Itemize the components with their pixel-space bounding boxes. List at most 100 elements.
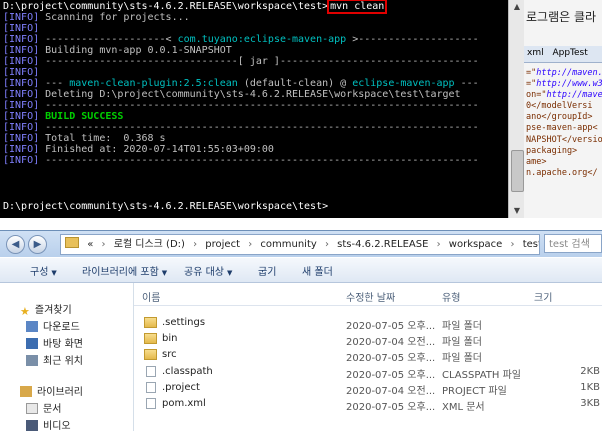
breadcrumb-sep: › xyxy=(510,239,515,250)
file-icon xyxy=(146,365,156,377)
breadcrumb-sep: › xyxy=(101,239,106,250)
file-type: 파일 폴더 xyxy=(442,321,482,332)
nav-item-documents[interactable]: 문서 xyxy=(26,400,61,415)
folder-icon xyxy=(65,237,79,248)
xml-source-line: 0</modelVersi xyxy=(526,101,593,112)
file-type: 파일 폴더 xyxy=(442,353,482,365)
build-status: BUILD SUCCESS xyxy=(39,111,124,122)
xml-source-line: packaging> xyxy=(526,145,578,156)
log-level-tag: [INFO] xyxy=(3,12,40,23)
share-with-button[interactable]: 공유 대상 ▼ xyxy=(184,263,232,278)
log-level-tag: [INFO] xyxy=(3,155,40,166)
xml-source-line: ="http://maven.apache xyxy=(526,68,602,78)
file-date: 2020-07-05 오후... xyxy=(346,353,436,365)
editor-xml-source: ="http://maven.apache="http://www.w3.org… xyxy=(526,68,602,179)
breadcrumb-sep: › xyxy=(248,239,253,250)
highlighted-command: mvn clean xyxy=(327,0,388,14)
folder-icon xyxy=(144,317,157,328)
nav-item-desktop[interactable]: 바탕 화면 xyxy=(26,335,83,350)
console-line: [INFO] --------------------------------[… xyxy=(3,56,479,67)
breadcrumb-sts[interactable]: sts-4.6.2.RELEASE xyxy=(337,239,428,250)
column-size[interactable]: 크기 xyxy=(534,289,552,304)
file-row[interactable]: .settings 2020-07-05 오후... 파일 폴더 xyxy=(134,315,602,332)
breadcrumb-sep: › xyxy=(436,239,441,250)
scroll-up-icon[interactable]: ▲ xyxy=(512,2,522,12)
file-date: 2020-07-04 오전... xyxy=(346,337,436,349)
xml-source-line: ="http://www.w3.org/20 xyxy=(526,79,602,90)
log-level-tag: [INFO] xyxy=(3,122,40,133)
file-name: .classpath xyxy=(162,365,213,377)
tab-xml[interactable]: xml xyxy=(524,46,547,60)
editor-heading: 로그램은 클라 xyxy=(526,10,597,24)
explorer-window: ◀ ▶ « › 로컬 디스크 (D:) › project › communit… xyxy=(0,230,602,432)
file-type: XML 문서 xyxy=(442,402,485,413)
file-type: 파일 폴더 xyxy=(442,337,482,349)
explorer-toolbar: 구성 ▼ 라이브러리에 포함 ▼ 공유 대상 ▼ 굽기 새 폴더 xyxy=(0,258,602,283)
file-type: PROJECT 파일 xyxy=(442,385,507,397)
log-level-tag: [INFO] xyxy=(3,67,40,78)
breadcrumb-sep: › xyxy=(193,239,198,250)
dropdown-arrow-icon: ▼ xyxy=(226,269,233,277)
file-row[interactable]: pom.xml 2020-07-05 오후... XML 문서 3KB xyxy=(134,396,602,413)
breadcrumb-test[interactable]: test xyxy=(523,239,539,250)
file-name: pom.xml xyxy=(162,398,206,409)
xml-source-line: n.apache.org</ xyxy=(526,167,598,178)
folder-icon xyxy=(144,349,157,361)
scroll-down-icon[interactable]: ▼ xyxy=(512,206,522,216)
editor-tabs: xml AppTest xyxy=(524,46,602,63)
log-level-tag: [INFO] xyxy=(3,89,40,100)
log-level-tag: [INFO] xyxy=(3,78,40,89)
xml-source-line: NAPSHOT</versio xyxy=(526,134,602,145)
file-row[interactable]: .project 2020-07-04 오전... PROJECT 파일 1KB xyxy=(134,380,602,397)
library-icon xyxy=(20,386,32,397)
file-name: .settings xyxy=(162,317,206,328)
xml-source-line: ano</groupId> xyxy=(526,112,593,123)
file-row[interactable]: src 2020-07-05 오후... 파일 폴더 xyxy=(134,347,602,365)
tab-apptest[interactable]: AppTest xyxy=(549,46,590,60)
organize-button[interactable]: 구성 ▼ xyxy=(30,263,57,278)
nav-libraries[interactable]: 라이브러리 xyxy=(20,383,83,398)
forward-arrow-icon[interactable]: ▶ xyxy=(28,235,47,254)
search-input[interactable]: test 검색 xyxy=(544,234,602,253)
column-date[interactable]: 수정한 날짜 xyxy=(346,289,395,304)
file-date: 2020-07-04 오전... xyxy=(346,385,436,397)
file-row[interactable]: .classpath 2020-07-05 오후... CLASSPATH 파일 2K… xyxy=(134,364,602,381)
file-row[interactable]: bin 2020-07-04 오전... 파일 폴더 xyxy=(134,331,602,349)
file-size: 1KB xyxy=(580,381,600,393)
videos-icon xyxy=(26,420,38,431)
nav-item-downloads[interactable]: 다운로드 xyxy=(26,318,80,333)
file-name: bin xyxy=(162,333,178,345)
downloads-folder-icon xyxy=(26,321,38,332)
dropdown-arrow-icon: ▼ xyxy=(161,269,168,277)
breadcrumb-community[interactable]: community xyxy=(260,239,316,250)
folder-icon xyxy=(144,333,157,345)
column-type[interactable]: 유형 xyxy=(442,289,460,304)
console-line: [INFO] ---------------------------------… xyxy=(3,155,479,166)
file-name: src xyxy=(162,349,177,361)
log-level-tag: [INFO] xyxy=(3,56,40,67)
desktop-icon xyxy=(26,338,38,349)
log-level-tag: [INFO] xyxy=(3,45,40,56)
xml-source-line: on="http://maven xyxy=(526,90,602,101)
breadcrumb-workspace[interactable]: workspace xyxy=(449,239,503,250)
include-in-library-button[interactable]: 라이브러리에 포함 ▼ xyxy=(82,263,167,278)
explorer-navbar: ◀ ▶ « › 로컬 디스크 (D:) › project › communit… xyxy=(0,231,602,257)
scrollbar-thumb[interactable] xyxy=(511,150,524,192)
nav-item-recent[interactable]: 최근 위치 xyxy=(26,352,83,367)
column-name[interactable]: 이름 xyxy=(142,289,160,304)
console-scrollbar[interactable]: ▲ ▼ xyxy=(508,0,525,218)
log-level-tag: [INFO] xyxy=(3,133,40,144)
burn-button[interactable]: 굽기 xyxy=(258,263,276,278)
back-arrow-icon[interactable]: ◀ xyxy=(6,235,25,254)
log-level-tag: [INFO] xyxy=(3,34,40,45)
breadcrumb-overflow[interactable]: « xyxy=(87,239,93,250)
log-level-tag: [INFO] xyxy=(3,111,40,122)
nav-favorites[interactable]: ★ 즐겨찾기 xyxy=(20,301,72,318)
file-icon xyxy=(146,398,156,409)
address-bar[interactable]: « › 로컬 디스크 (D:) › project › community › … xyxy=(60,234,540,255)
xml-source-line: ame> xyxy=(526,156,547,167)
file-size: 3KB xyxy=(580,398,600,409)
breadcrumb-project[interactable]: project xyxy=(205,239,240,250)
new-folder-button[interactable]: 새 폴더 xyxy=(302,263,333,278)
breadcrumb-drive[interactable]: 로컬 디스크 (D:) xyxy=(114,239,185,250)
